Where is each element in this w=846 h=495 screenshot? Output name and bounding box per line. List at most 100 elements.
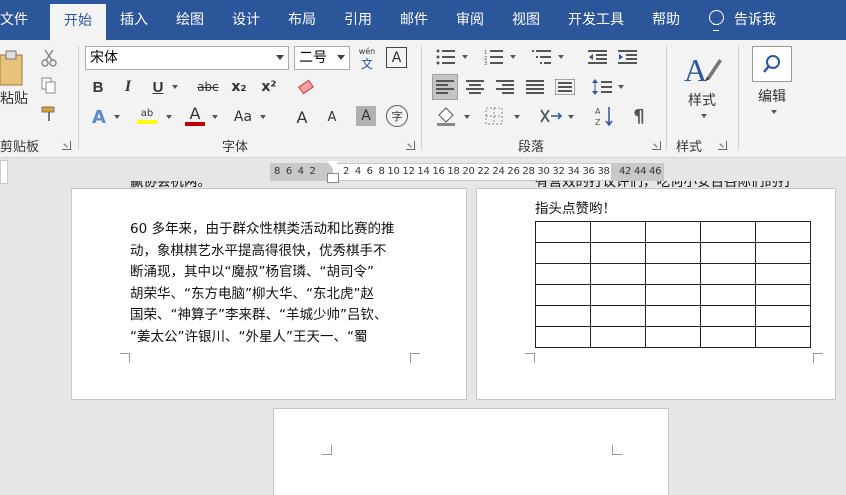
table-cell[interactable] bbox=[700, 326, 756, 348]
tab-file[interactable]: 文件 bbox=[0, 0, 50, 40]
align-left-button[interactable] bbox=[432, 74, 458, 100]
table-cell[interactable] bbox=[590, 284, 646, 306]
tab-home[interactable]: 开始 bbox=[50, 4, 106, 40]
table-cell[interactable] bbox=[535, 242, 591, 264]
phonetic-guide-button[interactable]: wén 文 bbox=[356, 44, 378, 72]
document-table[interactable] bbox=[535, 221, 811, 348]
table-cell[interactable] bbox=[590, 242, 646, 264]
enclose-chars-button[interactable]: 字 bbox=[386, 105, 408, 127]
subscript-button[interactable]: x₂ bbox=[228, 76, 250, 98]
paragraph-launcher-icon[interactable] bbox=[652, 141, 661, 150]
chevron-down-icon[interactable] bbox=[554, 50, 564, 64]
horizontal-ruler[interactable]: 8 6 4 2 2 4 6 8 10 12 14 16 18 20 22 24 … bbox=[270, 161, 664, 183]
tab-design[interactable]: 设计 bbox=[218, 0, 274, 40]
char-border-button[interactable]: A bbox=[386, 47, 407, 68]
italic-button[interactable]: I bbox=[118, 76, 138, 98]
chevron-down-icon[interactable] bbox=[337, 55, 345, 60]
table-cell[interactable] bbox=[755, 326, 811, 348]
chevron-down-icon[interactable] bbox=[564, 110, 574, 124]
align-right-button[interactable] bbox=[492, 74, 518, 100]
tab-developer[interactable]: 开发工具 bbox=[554, 0, 638, 40]
table-cell[interactable] bbox=[590, 263, 646, 285]
borders-icon[interactable] bbox=[482, 104, 506, 128]
table-cell[interactable] bbox=[535, 263, 591, 285]
chevron-down-icon[interactable] bbox=[460, 110, 470, 124]
tab-help[interactable]: 帮助 bbox=[638, 0, 694, 40]
font-color-button[interactable]: A bbox=[182, 104, 208, 128]
chevron-down-icon[interactable] bbox=[110, 110, 120, 124]
chevron-down-icon[interactable] bbox=[696, 110, 708, 122]
table-cell[interactable] bbox=[700, 221, 756, 243]
table-cell[interactable] bbox=[700, 284, 756, 306]
chevron-down-icon[interactable] bbox=[276, 55, 284, 60]
table-cell[interactable] bbox=[590, 305, 646, 327]
tab-selector[interactable] bbox=[0, 160, 8, 184]
indent-marker[interactable] bbox=[327, 161, 339, 185]
styles-button[interactable]: A bbox=[680, 46, 724, 90]
table-cell[interactable] bbox=[755, 242, 811, 264]
table-cell[interactable] bbox=[645, 221, 701, 243]
numbering-icon[interactable]: 123 bbox=[482, 46, 506, 68]
superscript-button[interactable]: x² bbox=[258, 76, 280, 98]
table-cell[interactable] bbox=[645, 305, 701, 327]
table-cell[interactable] bbox=[535, 305, 591, 327]
table-cell[interactable] bbox=[700, 263, 756, 285]
styles-launcher-icon[interactable] bbox=[718, 141, 727, 150]
table-cell[interactable] bbox=[645, 284, 701, 306]
table-cell[interactable] bbox=[755, 221, 811, 243]
table-cell[interactable] bbox=[535, 284, 591, 306]
sort-icon[interactable]: AZ bbox=[594, 104, 616, 128]
bullets-icon[interactable] bbox=[434, 46, 458, 68]
decrease-indent-icon[interactable] bbox=[586, 46, 610, 68]
grow-font-button[interactable]: A bbox=[292, 106, 312, 128]
document-page[interactable] bbox=[273, 408, 669, 495]
chevron-down-icon[interactable] bbox=[766, 106, 778, 118]
multilevel-list-icon[interactable] bbox=[530, 46, 554, 68]
table-cell[interactable] bbox=[700, 305, 756, 327]
chevron-down-icon[interactable] bbox=[614, 80, 624, 94]
format-painter-icon[interactable] bbox=[38, 104, 60, 124]
editing-button[interactable] bbox=[752, 46, 792, 82]
table-cell[interactable] bbox=[535, 326, 591, 348]
table-cell[interactable] bbox=[645, 242, 701, 264]
tab-mailings[interactable]: 邮件 bbox=[386, 0, 442, 40]
text-effects-button[interactable]: A bbox=[88, 106, 110, 128]
line-spacing-icon[interactable] bbox=[590, 76, 614, 98]
table-cell[interactable] bbox=[590, 221, 646, 243]
chevron-down-icon[interactable] bbox=[458, 50, 468, 64]
font-size-combo[interactable]: 二号 bbox=[294, 46, 350, 70]
table-cell[interactable] bbox=[700, 242, 756, 264]
copy-icon[interactable] bbox=[38, 76, 60, 96]
chinese-layout-icon[interactable] bbox=[538, 104, 564, 128]
table-cell[interactable] bbox=[755, 284, 811, 306]
distribute-button[interactable] bbox=[552, 74, 578, 100]
clear-formatting-icon[interactable] bbox=[296, 76, 318, 98]
bold-button[interactable]: B bbox=[88, 76, 108, 98]
paste-button[interactable] bbox=[0, 48, 26, 88]
strikethrough-button[interactable]: abc bbox=[196, 76, 220, 98]
clipboard-launcher-icon[interactable] bbox=[62, 141, 71, 150]
tab-insert[interactable]: 插入 bbox=[106, 0, 162, 40]
char-shading-button[interactable]: A bbox=[356, 106, 376, 126]
shrink-font-button[interactable]: A bbox=[322, 106, 342, 128]
document-page[interactable]: 赢协会杭两。 60 多年来，由于群众性棋类活动和比赛的推 动，象棋棋艺水平提高得… bbox=[71, 181, 467, 400]
align-center-button[interactable] bbox=[462, 74, 488, 100]
justify-button[interactable] bbox=[522, 74, 548, 100]
show-marks-icon[interactable]: ¶ bbox=[628, 104, 650, 128]
chevron-down-icon[interactable] bbox=[168, 80, 178, 94]
cut-icon[interactable] bbox=[38, 48, 60, 68]
tab-references[interactable]: 引用 bbox=[330, 0, 386, 40]
chevron-down-icon[interactable] bbox=[256, 110, 266, 124]
table-cell[interactable] bbox=[755, 263, 811, 285]
font-launcher-icon[interactable] bbox=[406, 141, 415, 150]
font-name-combo[interactable]: 宋体 bbox=[85, 46, 289, 70]
chevron-down-icon[interactable] bbox=[506, 50, 516, 64]
table-cell[interactable] bbox=[535, 221, 591, 243]
increase-indent-icon[interactable] bbox=[616, 46, 640, 68]
chevron-down-icon[interactable] bbox=[208, 110, 218, 124]
table-cell[interactable] bbox=[590, 326, 646, 348]
tab-view[interactable]: 视图 bbox=[498, 0, 554, 40]
tab-layout[interactable]: 布局 bbox=[274, 0, 330, 40]
shading-icon[interactable] bbox=[434, 104, 458, 128]
table-cell[interactable] bbox=[645, 263, 701, 285]
